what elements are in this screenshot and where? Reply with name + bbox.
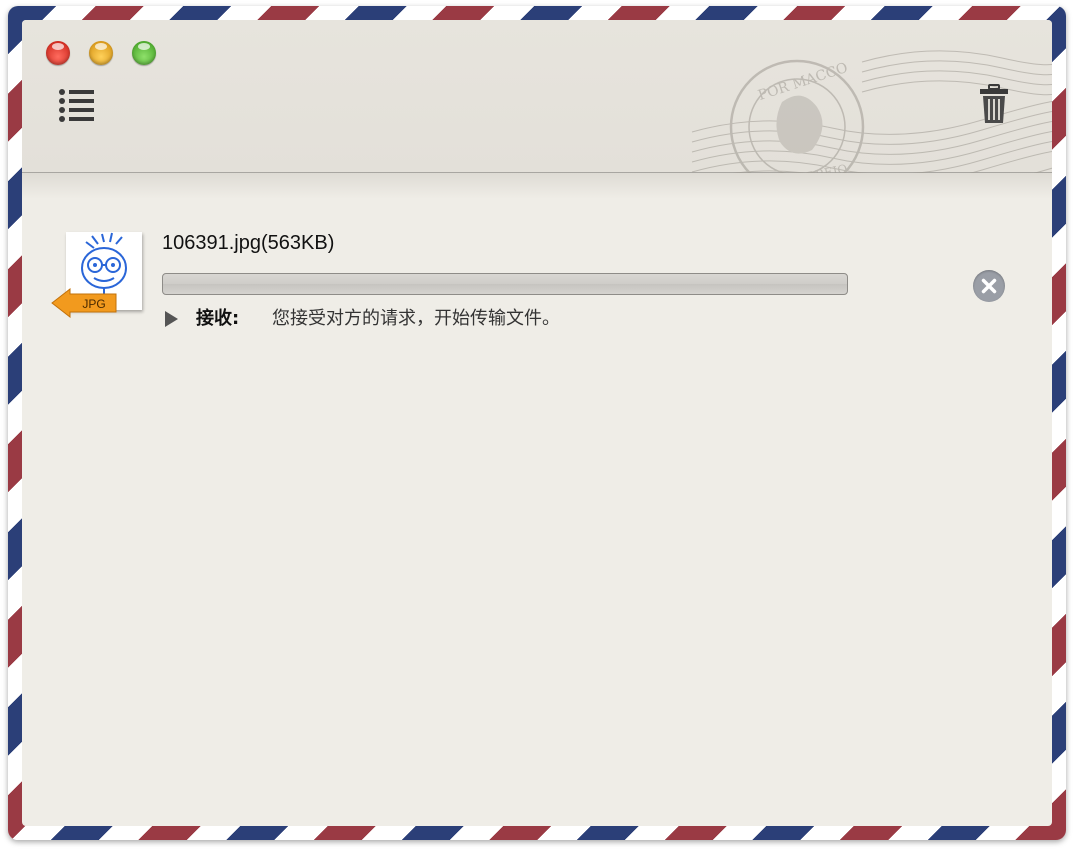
- status-label: 接收:: [196, 308, 240, 329]
- file-transfer-window: POR MACCO CORREIO: [22, 20, 1052, 826]
- zoom-button[interactable]: [132, 41, 156, 65]
- file-type-badge: JPG: [82, 297, 106, 311]
- close-button[interactable]: [46, 41, 70, 65]
- toolbar: POR MACCO CORREIO: [22, 20, 1052, 195]
- airmail-frame: POR MACCO CORREIO: [8, 6, 1066, 840]
- transfer-progress-bar: [162, 273, 848, 295]
- minimize-button[interactable]: [89, 41, 113, 65]
- close-x-icon: [981, 278, 997, 294]
- cancel-transfer-button[interactable]: [973, 270, 1005, 302]
- status-message: 您接受对方的请求，开始传输文件。: [272, 308, 560, 329]
- toolbar-shadow: [22, 173, 1052, 199]
- file-name: 106391.jpg(563KB): [162, 232, 335, 254]
- list-icon[interactable]: [58, 88, 96, 122]
- trash-icon[interactable]: [978, 84, 1010, 124]
- details-disclosure-triangle[interactable]: [165, 311, 178, 327]
